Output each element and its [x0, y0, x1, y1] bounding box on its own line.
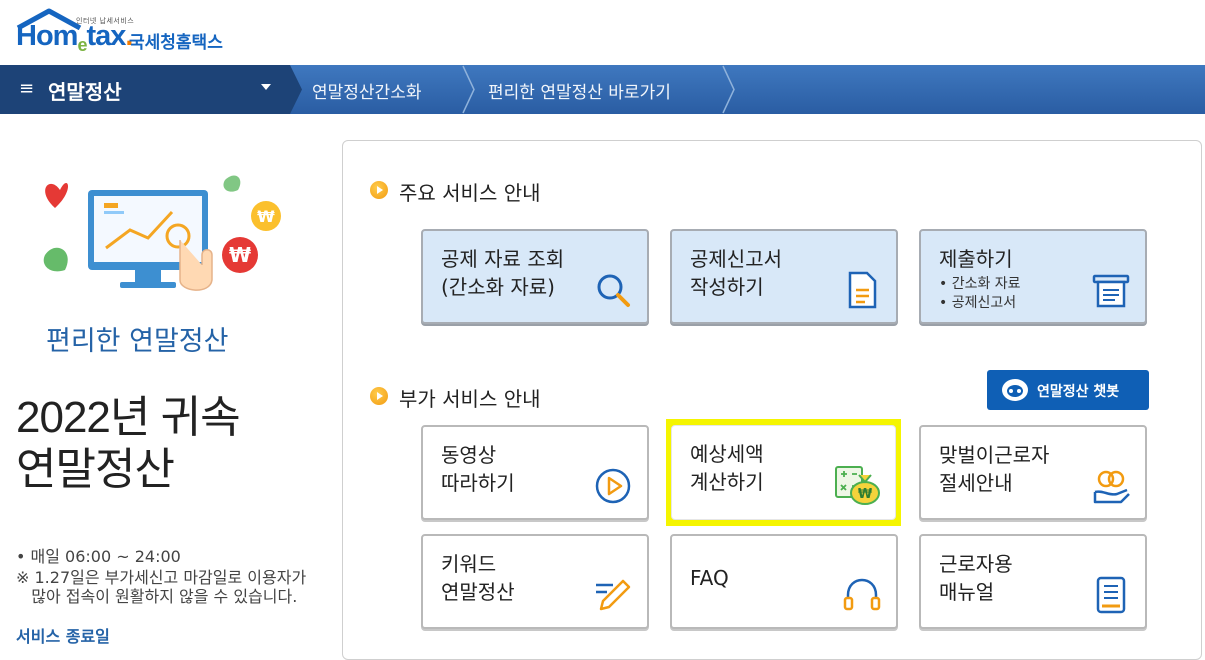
- card-video-guide[interactable]: 동영상 따라하기: [421, 425, 649, 520]
- svg-text:₩: ₩: [858, 487, 873, 502]
- hometax-logo[interactable]: 인터넷 납세서비스 Hometax. 국세청홈택스: [14, 6, 254, 58]
- play-icon: [595, 468, 631, 504]
- headset-icon: [843, 578, 881, 611]
- page-title: 2022년 귀속 연말정산: [16, 393, 241, 494]
- breadcrumb-separator-icon: [290, 65, 302, 114]
- chatbot-icon: [1002, 379, 1028, 401]
- card-deduction-lookup[interactable]: 공제 자료 조회 (간소화 자료): [421, 229, 649, 324]
- card-keyword-search[interactable]: 키워드 연말정산: [421, 534, 649, 629]
- service-end-date: 서비스 종료일: [16, 627, 110, 646]
- chevron-down-icon[interactable]: [261, 84, 271, 90]
- bullet-play-icon: [370, 387, 388, 405]
- nav-link-simplified[interactable]: 연말정산간소화: [312, 78, 421, 103]
- breadcrumb-separator-icon: [722, 65, 735, 114]
- convenient-subtitle: 편리한 연말정산: [46, 326, 229, 357]
- card-dual-income-guide[interactable]: 맞벌이근로자 절세안내: [919, 425, 1147, 520]
- menu-icon[interactable]: ≡: [19, 80, 34, 98]
- breadcrumb-separator-icon: [462, 65, 475, 114]
- site-header: 인터넷 납세서비스 Hometax. 국세청홈택스: [0, 0, 1205, 65]
- nav-menu-title: 연말정산: [48, 80, 122, 104]
- card-submit[interactable]: 제출하기 • 간소화 자료 • 공제신고서: [919, 229, 1147, 324]
- main-services-title: 주요 서비스 안내: [399, 181, 541, 205]
- manual-icon: [1096, 576, 1126, 614]
- submit-icon: [1092, 274, 1130, 308]
- card-worker-manual[interactable]: 근로자용 매뉴얼: [919, 534, 1147, 629]
- bullet-play-icon: [370, 181, 388, 199]
- nav-link-convenient[interactable]: 편리한 연말정산 바로가기: [488, 78, 671, 103]
- couple-hand-icon: [1093, 470, 1130, 504]
- monitor-illustration-icon: ₩ ₩: [43, 175, 281, 291]
- search-icon: [597, 274, 630, 307]
- document-icon: [848, 271, 877, 309]
- calculator-money-icon: ₩: [835, 466, 880, 505]
- chatbot-label: 연말정산 챗봇: [1037, 384, 1120, 400]
- service-hours: • 매일 06:00 ~ 24:00: [16, 547, 181, 566]
- chatbot-button[interactable]: 연말정산 챗봇: [987, 370, 1149, 410]
- main-nav-bar: ≡ 연말정산 연말정산간소화 편리한 연말정산 바로가기: [0, 65, 1205, 114]
- left-intro-panel: ₩ ₩ 편리한 연말정산 2022년 귀속 연말정산 • 매일 06:00 ~ …: [0, 114, 340, 646]
- extra-services-title: 부가 서비스 안내: [399, 387, 541, 411]
- card-tax-estimate[interactable]: 예상세액 계산하기 ₩: [671, 425, 896, 520]
- logo-korean-name: 국세청홈택스: [129, 33, 223, 53]
- pencil-icon: [596, 579, 631, 611]
- services-panel: 주요 서비스 안내 공제 자료 조회 (간소화 자료) 공제신고서 작성하기 제…: [342, 140, 1202, 660]
- card-faq[interactable]: FAQ: [670, 534, 898, 629]
- logo-wordmark: Hometax.: [16, 20, 133, 55]
- service-notice: ※ 1.27일은 부가세신고 마감일로 이용자가 많아 접속이 원활하지 않을 …: [16, 568, 307, 606]
- card-deduction-form[interactable]: 공제신고서 작성하기: [670, 229, 898, 324]
- svg-text:₩: ₩: [257, 207, 275, 226]
- nav-menu-dropdown[interactable]: ≡ 연말정산: [0, 65, 290, 114]
- svg-text:₩: ₩: [229, 243, 251, 267]
